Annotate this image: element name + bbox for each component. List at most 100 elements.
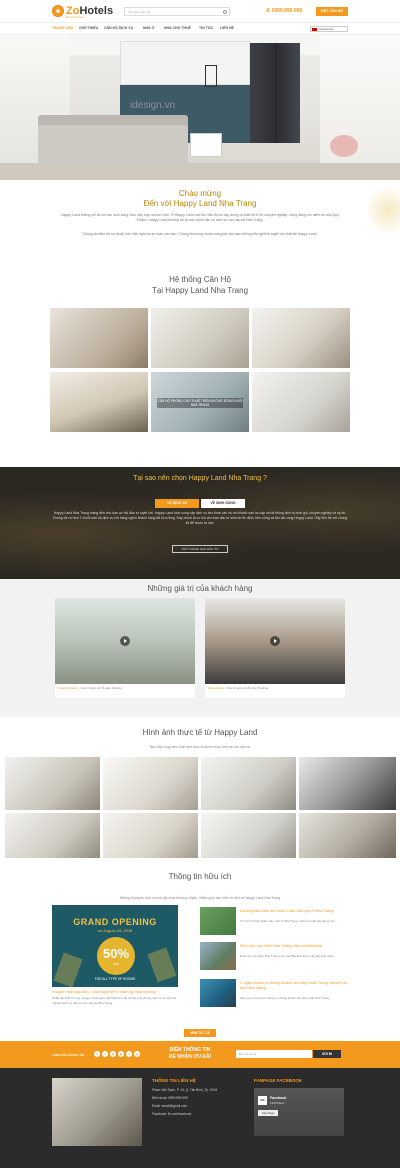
- news-excerpt: Hãy cùng chúng tôi check in những khách …: [240, 996, 332, 1000]
- news-excerpt: Đính thự ven biển Nha Trang của vua Bảo …: [240, 954, 336, 958]
- gallery-photo[interactable]: [103, 813, 198, 858]
- book-apartment-button[interactable]: ĐẶT CĂN HỘ: [316, 7, 348, 16]
- send-button[interactable]: GỬI ĐI: [313, 1050, 341, 1058]
- subscribe-subtitle: ĐỂ NHẬN ƯU ĐÃI: [169, 1054, 211, 1060]
- language-label: Vietnamese: [318, 27, 334, 31]
- flickr-icon[interactable]: ●: [126, 1051, 132, 1057]
- subscribe-bar: THEO DÕI CHÚNG TÔI f t ◎ ▶ ● g ĐIỀN THÔN…: [0, 1041, 400, 1068]
- useful-subtitle: Những thông tin hữu ích và cập nhật thườ…: [119, 896, 281, 900]
- instagram-icon[interactable]: ◎: [110, 1051, 116, 1057]
- facebook-page-widget[interactable]: FB Facebook 142M likes Like Page: [254, 1088, 344, 1136]
- news-title[interactable]: 2 ngày check in những khách sạn đẹp nhất…: [240, 980, 348, 990]
- nav-item-news[interactable]: TIN TỨC: [199, 26, 213, 30]
- apartment-card[interactable]: [252, 308, 350, 368]
- nav-item-about[interactable]: GIỚI THIỆU: [79, 26, 98, 30]
- google-plus-icon[interactable]: g: [134, 1051, 140, 1057]
- apartment-card[interactable]: [50, 372, 148, 432]
- testimonial-card[interactable]: Paulina Shang - Câu chuyện về đỗ giáo Pa…: [55, 598, 195, 698]
- news-title[interactable]: Dường vào đảm sen hoa lộ tạo bất ngờ ở N…: [240, 908, 348, 913]
- apartment-card[interactable]: [252, 372, 350, 432]
- language-select[interactable]: Vietnamese: [310, 26, 348, 32]
- page: ZoHotels Being home Tìm kiếm căn hộ ✆ 09…: [0, 0, 400, 1168]
- sunflower-decoration: [368, 180, 400, 240]
- main-article-title[interactable]: Khuyến mãi hấp dẫn - Giảm giá 50% nhân d…: [52, 989, 178, 994]
- gallery-photo[interactable]: [299, 813, 396, 858]
- contact-phone[interactable]: Điện thoại: 0999.999.999: [152, 1096, 188, 1100]
- gallery-photo[interactable]: [5, 813, 100, 858]
- tab-living[interactable]: VỀ SINH SỐNG: [201, 499, 245, 508]
- gallery-photo[interactable]: [5, 757, 100, 810]
- play-icon[interactable]: [120, 636, 130, 646]
- search-input[interactable]: Tìm kiếm căn hộ: [124, 7, 230, 16]
- logo-tagline: Being home: [66, 15, 86, 19]
- banner-headline: GRAND OPENING: [73, 917, 157, 927]
- welcome-paragraph-2: Chúng tôi đem tới sự thoải mái, tiện ngh…: [82, 232, 318, 236]
- news-title[interactable]: Đính thự ven biển Nha Trang của vua Bảo …: [240, 943, 348, 948]
- search-placeholder: Tìm kiếm căn hộ: [128, 10, 151, 14]
- gallery-photo[interactable]: [103, 757, 198, 810]
- like-page-button[interactable]: Like Page: [258, 1110, 278, 1116]
- fanpage-title: FANPAGE FACEBOOK: [254, 1078, 303, 1083]
- discount-off: OFF: [113, 962, 119, 966]
- contact-email[interactable]: Email: email@gmail.com: [152, 1104, 187, 1108]
- system-subtitle: Tại Happy Land Nha Trang: [151, 286, 249, 295]
- tab-services[interactable]: VỀ DỊCH VỤ: [155, 499, 199, 508]
- subscribe-title: ĐIỀN THÔNG TIN: [169, 1047, 211, 1053]
- welcome-title: Chào mừng: [178, 189, 222, 198]
- contact-address: Phạm Văn Sạch, P. 15, Q. Tân Bình, Tp. H…: [152, 1088, 218, 1092]
- news-thumbnail[interactable]: [200, 907, 236, 935]
- welcome-subtitle: Đến với Happy Land Nha Trang: [143, 199, 257, 208]
- facebook-logo-icon: FB: [258, 1096, 267, 1105]
- system-title: Hệ thống Căn Hộ: [169, 275, 231, 284]
- nav-item-houses[interactable]: NHÀ Ở: [143, 26, 155, 30]
- testimonial-card[interactable]: Paulo Mayo - Câu chuyện về đỗ giáo Pauli…: [205, 598, 345, 698]
- news-item[interactable]: Dường vào đảm sen hoa lộ tạo bất ngờ ở N…: [200, 907, 348, 937]
- play-icon[interactable]: [270, 636, 280, 646]
- news-thumbnail[interactable]: [200, 942, 236, 970]
- become-investor-button[interactable]: TRỞ THÀNH NHÀ ĐẦU TƯ: [172, 545, 228, 553]
- news-item[interactable]: 2 ngày check in những khách sạn đẹp nhất…: [200, 979, 348, 1009]
- phone-number: 0999.999.999: [271, 8, 303, 14]
- view-all-button[interactable]: XEM TẤT CẢ: [184, 1029, 216, 1037]
- gallery-photo[interactable]: [201, 757, 296, 810]
- search-icon[interactable]: [223, 10, 227, 14]
- nav-item-home[interactable]: TRANG CHỦ: [52, 26, 73, 30]
- fb-likes: 142M likes: [270, 1101, 285, 1105]
- footer-photo: [52, 1078, 142, 1146]
- testimonial-text: Câu chuyện về đỗ giáo Paulina: [80, 686, 122, 690]
- youtube-icon[interactable]: ▶: [118, 1051, 124, 1057]
- useful-title: Thông tin hữu ích: [168, 872, 232, 881]
- apartment-card[interactable]: [50, 308, 148, 368]
- welcome-section: Chào mừng Đến với Happy Land Nha Trang H…: [0, 180, 400, 260]
- site-footer: THÔNG TIN LIÊN HỆ Phạm Văn Sạch, P. 15, …: [0, 1068, 400, 1168]
- contact-title: THÔNG TIN LIÊN HỆ: [152, 1078, 196, 1083]
- grand-opening-banner[interactable]: GRAND OPENING on August 15, 2018 50% OFF…: [52, 905, 178, 987]
- nav-item-services[interactable]: CĂN HỘ DỊCH VỤ: [104, 26, 133, 30]
- photos-title: Hình ảnh thực tế từ Happy Land: [142, 728, 258, 737]
- testimonial-name: Paulina Shang: [58, 686, 78, 690]
- fb-page-name[interactable]: Facebook: [270, 1096, 286, 1100]
- header-phone[interactable]: ✆ 0999.999.999: [266, 8, 302, 14]
- news-excerpt: Từ các đường nhiều năm mới ở Nha Trang, …: [240, 919, 338, 923]
- vietnam-flag-icon: [312, 28, 317, 31]
- apartment-card-highlight[interactable]: CĂN HỘ PHÒNG CHO THUÊ TRÊN ĐƯỜNG ĐỒNG KH…: [151, 372, 249, 432]
- contact-facebook[interactable]: Facebook: fb.com/facebook: [152, 1112, 191, 1116]
- discount-percent: 50%: [102, 946, 130, 961]
- apartment-card[interactable]: [151, 308, 249, 368]
- testimonial-name: Paulo Mayo: [208, 686, 224, 690]
- nav-item-contact[interactable]: LIÊN HỆ: [220, 26, 234, 30]
- nav-item-rental[interactable]: NHÀ CHO THUÊ: [164, 26, 191, 30]
- apartment-grid: CĂN HỘ PHÒNG CHO THUÊ TRÊN ĐƯỜNG ĐỒNG KH…: [50, 308, 350, 432]
- follow-label: THEO DÕI CHÚNG TÔI: [52, 1053, 85, 1057]
- email-field[interactable]: Địa chỉ email: [236, 1050, 312, 1058]
- news-thumbnail[interactable]: [200, 979, 236, 1007]
- gallery-photo[interactable]: [201, 813, 296, 858]
- news-item[interactable]: Đính thự ven biển Nha Trang của vua Bảo …: [200, 942, 348, 972]
- why-choose-section: Tại sao nên chọn Happy Land Nha Trang ? …: [0, 467, 400, 579]
- banner-date: on August 15, 2018: [97, 928, 133, 933]
- gallery-photo[interactable]: [299, 757, 396, 810]
- main-article-excerpt: Nhân dịp khai trương, Happy Land giảm gi…: [52, 996, 177, 1005]
- facebook-icon[interactable]: f: [94, 1051, 100, 1057]
- main-nav: TRANG CHỦ GIỚI THIỆU CĂN HỘ DỊCH VỤ NHÀ …: [0, 22, 400, 35]
- twitter-icon[interactable]: t: [102, 1051, 108, 1057]
